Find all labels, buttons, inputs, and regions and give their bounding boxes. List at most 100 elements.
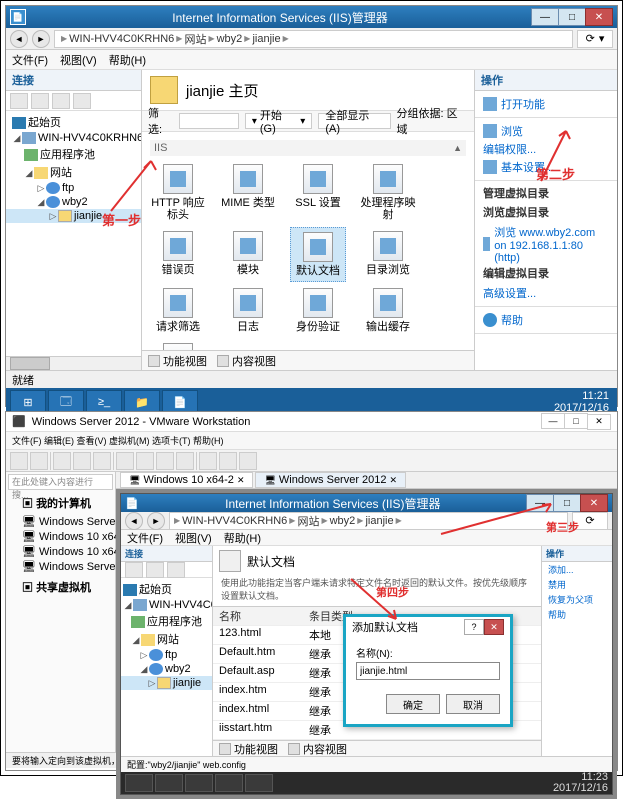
refresh-area[interactable]: ⟳▾ [577, 30, 613, 48]
feature-dirbrowse[interactable]: 目录浏览 [360, 227, 416, 282]
feature-compress[interactable]: 压缩 [150, 339, 206, 350]
close-button[interactable]: ✕ [585, 8, 613, 26]
max-button[interactable]: □ [553, 494, 581, 512]
tool-btn[interactable] [199, 452, 217, 470]
filter-input[interactable] [179, 113, 239, 129]
breadcrumb[interactable]: ▶WIN-HVV4C0KRHN6 ▶网站 ▶wby2 ▶jianjie ▶ [54, 30, 573, 48]
tool-btn[interactable] [93, 452, 111, 470]
vm-tab[interactable]: 🖥 Windows 10 x64-2 ✕ [120, 472, 253, 488]
vm-tab-active[interactable]: 🖥 Windows Server 2012 ✕ [255, 472, 406, 488]
feature-http[interactable]: HTTP 响应标头 [150, 160, 206, 225]
maximize-button[interactable]: □ [558, 8, 586, 26]
feature-log[interactable]: 日志 [220, 284, 276, 337]
filter-showall[interactable]: 全部显示(A) [318, 113, 390, 129]
min-button[interactable]: — [526, 494, 554, 512]
close-button[interactable]: ✕ [587, 414, 611, 430]
vm-entry[interactable]: 🖥 Windows Server 2012 [10, 559, 111, 574]
dialog-help[interactable]: ? [464, 619, 484, 635]
action-open[interactable]: 打开功能 [483, 95, 609, 113]
dialog-close[interactable]: ✕ [484, 619, 504, 635]
tool-btn[interactable] [176, 452, 194, 470]
action-basic[interactable]: 基本设置... [483, 158, 609, 176]
max-button[interactable]: □ [564, 413, 588, 429]
collapse-icon[interactable]: ▲ [453, 143, 462, 153]
view-features[interactable]: 功能视图 [219, 741, 278, 757]
taskbar-btn[interactable] [155, 774, 183, 792]
vm-entry[interactable]: 🖥 Windows 10 x64 [10, 529, 111, 544]
open-icon [483, 97, 497, 111]
cancel-button[interactable]: 取消 [446, 694, 500, 714]
breadcrumb[interactable]: ▶WIN-HVV4C0KRHN6 ▶网站 ▶wby2 ▶jianjie▶ [169, 512, 568, 530]
action-explore[interactable]: 浏览 [483, 122, 609, 140]
feature-modules[interactable]: 模块 [220, 227, 276, 282]
vm-entry[interactable]: 🖥 Windows 10 x64-2 [10, 544, 111, 559]
connections-tree[interactable]: 起始页 ◢WIN-HVV4C0KRHN6 (WIN 应用程序池 ◢网站 ▷ftp… [6, 111, 141, 356]
back-button[interactable]: ◄ [10, 30, 28, 48]
window-title: Internet Information Services (IIS)管理器 [28, 9, 532, 26]
feature-default-document[interactable]: 默认文档 [290, 227, 346, 282]
name-input[interactable] [356, 662, 500, 680]
library-shared[interactable]: ▣ 共享虚拟机 [10, 578, 111, 596]
tool-btn[interactable] [10, 452, 28, 470]
action-disable[interactable]: 禁用 [542, 577, 612, 592]
menu-view[interactable]: 视图(V) [60, 52, 97, 68]
menu-file[interactable]: 文件(F) [12, 52, 48, 68]
taskbar-btn[interactable] [245, 774, 273, 792]
library-search[interactable]: 在此处键入内容进行搜... [8, 474, 113, 490]
tool-btn[interactable] [136, 452, 154, 470]
action-revert[interactable]: 恢复为父项 [542, 592, 612, 607]
name-label: 名称(N): [356, 645, 500, 660]
vm-entry[interactable]: 🖥 Windows Server 2012 [10, 514, 111, 529]
tool-btn[interactable] [53, 452, 71, 470]
action-add[interactable]: 添加... [542, 562, 612, 577]
view-content[interactable]: 内容视图 [217, 353, 276, 369]
tool-btn[interactable] [156, 452, 174, 470]
minimize-button[interactable]: — [531, 8, 559, 26]
tool-btn[interactable] [239, 452, 257, 470]
view-features[interactable]: 功能视图 [148, 353, 207, 369]
guest-tray[interactable]: 11:232017/12/16 [553, 772, 608, 794]
ok-button[interactable]: 确定 [386, 694, 440, 714]
tree-toolbar [6, 91, 141, 111]
filter-start[interactable]: ▾ 开始(G) ▾ [245, 113, 312, 129]
tool-btn[interactable] [219, 452, 237, 470]
vmware-menubar[interactable]: 文件(F) 编辑(E) 查看(V) 虚拟机(M) 选项卡(T) 帮助(H) [6, 432, 617, 450]
view-switcher: 功能视图 内容视图 [142, 350, 474, 370]
feature-cache[interactable]: 输出缓存 [360, 284, 416, 337]
tool-btn[interactable] [73, 452, 91, 470]
close-button[interactable]: ✕ [580, 494, 608, 512]
feature-pane: jianjie 主页 筛选: ▾ 开始(G) ▾ 全部显示(A) 分组依据: 区… [142, 70, 475, 370]
min-button[interactable]: — [541, 413, 565, 429]
feature-auth[interactable]: 身份验证 [290, 284, 346, 337]
view-content[interactable]: 内容视图 [288, 741, 347, 757]
action-browse-link[interactable]: 浏览 www.wby2.com on 192.168.1.1:80 (http) [483, 223, 609, 265]
refresh[interactable]: ⟳ [572, 512, 608, 530]
feature-handler[interactable]: 处理程序映射 [360, 160, 416, 225]
tree-btn[interactable] [31, 93, 49, 109]
action-help[interactable]: 帮助 [483, 311, 609, 329]
tree-scroll[interactable] [6, 356, 141, 370]
feature-mime[interactable]: MIME 类型 [220, 160, 276, 225]
tree-btn[interactable] [73, 93, 91, 109]
action-editperm[interactable]: 编辑权限... [483, 140, 609, 158]
feature-error[interactable]: 错误页 [150, 227, 206, 282]
tree-btn[interactable] [10, 93, 28, 109]
library-my-computer[interactable]: ▣ 我的计算机 [10, 494, 111, 512]
back-button[interactable]: ◄ [125, 512, 143, 530]
app-icon: 📄 [10, 9, 26, 25]
action-help[interactable]: 帮助 [542, 607, 612, 622]
start-button[interactable] [125, 774, 153, 792]
fwd-button[interactable]: ► [147, 512, 165, 530]
feature-reqfilter[interactable]: 请求筛选 [150, 284, 206, 337]
pool-icon [24, 149, 38, 161]
taskbar-btn[interactable] [215, 774, 243, 792]
tree-btn[interactable] [52, 93, 70, 109]
connections-pane: 连接 起始页 ◢WIN-HVV4C0KRHN6 (WIN 应用程序池 ◢网站 ▷… [121, 546, 213, 756]
action-advanced[interactable]: 高级设置... [483, 284, 609, 302]
forward-button[interactable]: ► [32, 30, 50, 48]
menu-help[interactable]: 帮助(H) [109, 52, 146, 68]
taskbar-btn[interactable] [185, 774, 213, 792]
tool-btn[interactable] [116, 452, 134, 470]
feature-ssl[interactable]: SSL 设置 [290, 160, 346, 225]
tool-btn[interactable] [30, 452, 48, 470]
